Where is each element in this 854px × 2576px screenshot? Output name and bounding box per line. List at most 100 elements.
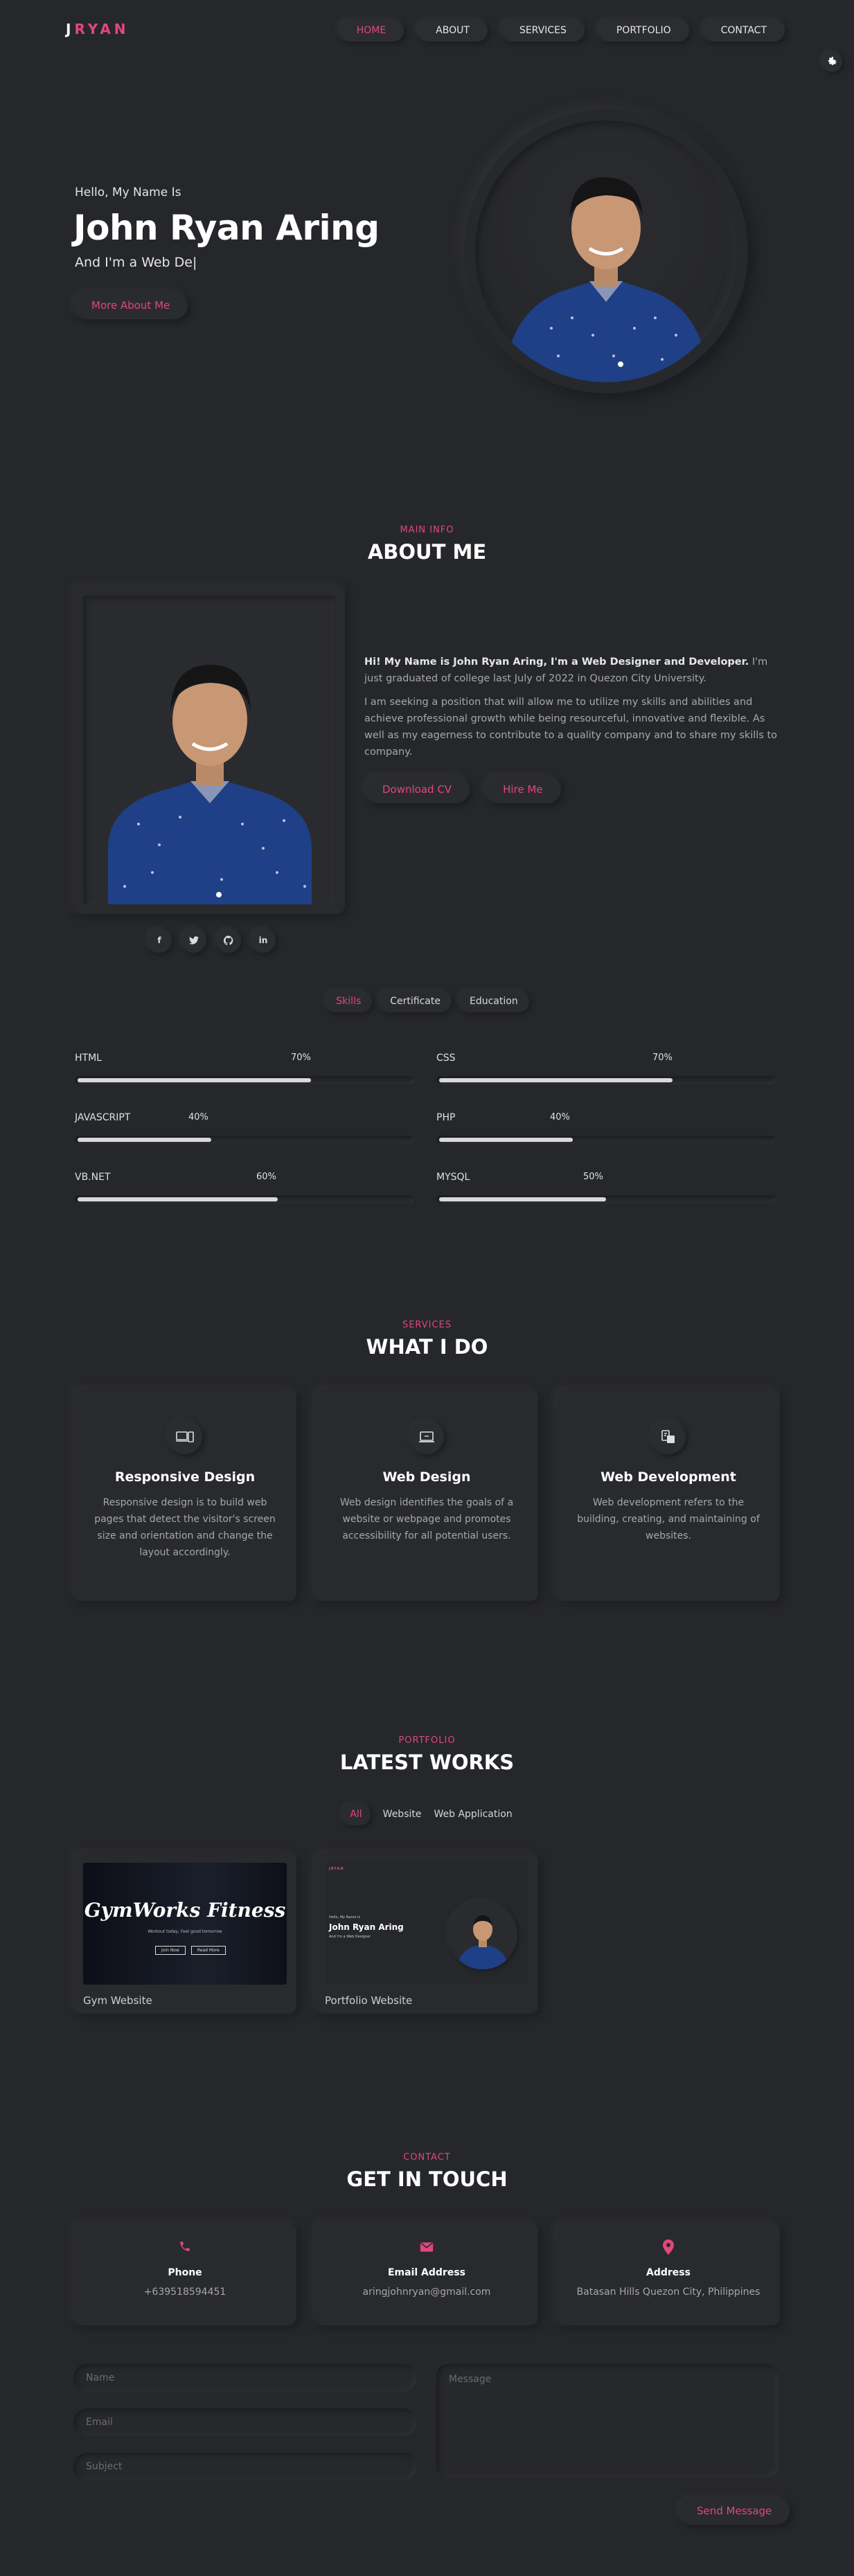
hero-greeting: Hello, My Name Is: [75, 186, 181, 199]
nav-home[interactable]: HOME: [338, 19, 404, 42]
thumb-name: John Ryan Aring: [329, 1922, 404, 1932]
service-title: Web Development: [601, 1469, 736, 1485]
skill-name: VB.NET: [75, 1172, 111, 1183]
skill-bar-fill: [439, 1078, 673, 1082]
service-card-web-development: Web Development Web development refers t…: [557, 1389, 780, 1601]
info-tabs: Skills Certificate Education: [0, 990, 854, 1012]
github-icon[interactable]: [216, 928, 241, 953]
portfolio-item-portfolio[interactable]: JRYAN Hello, My Name Is John Ryan Aring …: [315, 1853, 538, 2014]
skill-percent: 60%: [256, 1172, 276, 1182]
thumb-subtitle: Workout today, Feel good tomorrow: [148, 1929, 222, 1934]
contact-label: Address: [646, 2267, 691, 2278]
contact-title: GET IN TOUCH: [346, 2167, 508, 2191]
service-text: Web design identifies the goals of a web…: [339, 1497, 514, 1541]
thumb-read-button: Read More: [190, 1946, 226, 1955]
service-card-responsive: Responsive Design Responsive design is t…: [73, 1389, 296, 1601]
skill-bar-fill: [78, 1078, 312, 1082]
logo-initial: J: [66, 21, 75, 37]
email-field[interactable]: Email: [73, 2408, 417, 2436]
thumb-join-button: Join Now: [155, 1946, 186, 1955]
contact-value: +639518594451: [143, 2287, 226, 2298]
name-field[interactable]: Name: [73, 2364, 417, 2392]
portfolio-filters: All Website Web Application: [0, 1803, 854, 1825]
nav-contact[interactable]: CONTACT: [702, 19, 785, 42]
service-title: Web Design: [382, 1469, 471, 1485]
portfolio-eyebrow: PORTFOLIO: [398, 1735, 456, 1746]
portfolio-thumbnail: JRYAN Hello, My Name Is John Ryan Aring …: [325, 1863, 528, 1985]
site-logo[interactable]: JRYAN: [66, 21, 130, 37]
contact-card-email: Email Address aringjohnryan@gmail.com: [315, 2223, 538, 2325]
service-text: Responsive design is to build web pages …: [94, 1497, 276, 1558]
logo-text: RYAN: [74, 21, 130, 37]
thumb-title: GymWorks Fitness: [84, 1899, 286, 1922]
about-paragraph: I am seeking a position that will allow …: [364, 697, 778, 758]
tab-skills[interactable]: Skills: [325, 990, 373, 1012]
filter-web-application[interactable]: Web Application: [434, 1809, 512, 1820]
linkedin-icon[interactable]: in: [251, 928, 276, 953]
services-eyebrow: SERVICES: [402, 1320, 452, 1330]
skill-vbnet: VB.NET 60%: [75, 1172, 414, 1204]
about-photo-frame: [73, 586, 345, 914]
hire-me-button[interactable]: Hire Me: [485, 776, 561, 803]
envelope-icon: [315, 2239, 538, 2257]
portfolio-title: LATEST WORKS: [339, 1751, 515, 1774]
skill-bar-fill: [78, 1138, 211, 1142]
skill-css: CSS 70%: [436, 1053, 776, 1084]
laptop-icon: [409, 1420, 444, 1454]
tab-education[interactable]: Education: [459, 990, 529, 1012]
skill-name: CSS: [436, 1053, 456, 1064]
nav-portfolio[interactable]: PORTFOLIO: [598, 19, 689, 42]
skill-name: HTML: [75, 1053, 102, 1064]
skill-percent: 70%: [291, 1053, 311, 1063]
message-field[interactable]: Message: [436, 2364, 779, 2478]
about-title: ABOUT ME: [367, 540, 487, 564]
main-nav: HOME ABOUT SERVICES PORTFOLIO CONTACT: [338, 19, 785, 42]
contact-eyebrow: CONTACT: [403, 2152, 451, 2163]
portfolio-caption: Gym Website: [83, 1994, 152, 2007]
subject-field[interactable]: Subject: [73, 2453, 417, 2480]
social-links: f in: [147, 928, 276, 953]
tab-certificate[interactable]: Certificate: [379, 990, 452, 1012]
nav-about[interactable]: ABOUT: [418, 19, 488, 42]
portfolio-caption: Portfolio Website: [325, 1994, 413, 2007]
download-cv-button[interactable]: Download CV: [364, 776, 470, 803]
skill-percent: 40%: [188, 1112, 208, 1122]
skill-php: PHP 40%: [436, 1112, 776, 1144]
skill-bar-fill: [439, 1138, 573, 1142]
skill-percent: 50%: [583, 1172, 603, 1182]
skill-html: HTML 70%: [75, 1053, 414, 1084]
contact-value: aringjohnryan@gmail.com: [362, 2287, 491, 2298]
facebook-icon[interactable]: f: [147, 928, 172, 953]
gear-icon[interactable]: [821, 51, 842, 72]
send-message-button[interactable]: Send Message: [679, 2497, 790, 2525]
devices-icon: [168, 1420, 202, 1454]
skill-name: MYSQL: [436, 1172, 470, 1183]
hero-avatar-frame: [464, 109, 748, 393]
about-photo: [83, 596, 335, 904]
skill-percent: 70%: [652, 1053, 673, 1063]
nav-services[interactable]: SERVICES: [501, 19, 585, 42]
thumb-role: And I'm a Web Designer: [329, 1935, 371, 1939]
about-description: Hi! My Name is John Ryan Aring, I'm a We…: [364, 654, 780, 767]
service-title: Responsive Design: [114, 1469, 256, 1485]
contact-label: Email Address: [387, 2267, 465, 2278]
filter-website[interactable]: Website: [383, 1809, 422, 1820]
service-card-web-design: Web Design Web design identifies the goa…: [315, 1389, 538, 1601]
more-about-button[interactable]: More About Me: [73, 292, 188, 319]
hero-avatar: [475, 120, 737, 382]
service-text: Web development refers to the building, …: [577, 1497, 760, 1541]
portfolio-item-gym[interactable]: GymWorks Fitness Workout today, Feel goo…: [73, 1853, 296, 2014]
contact-value: Batasan Hills Quezon City, Philippines: [576, 2287, 760, 2298]
thumb-logo: JRYAN: [329, 1867, 344, 1871]
thumb-avatar: [448, 1900, 517, 1969]
skill-bar-fill: [78, 1197, 278, 1201]
services-title: WHAT I DO: [366, 1335, 488, 1359]
hero-role: And I'm a Web De|: [75, 255, 197, 270]
skill-javascript: JAVASCRIPT 40%: [75, 1112, 414, 1144]
skill-bar-fill: [439, 1197, 606, 1201]
skill-percent: 40%: [550, 1112, 570, 1122]
about-eyebrow: MAIN INFO: [400, 525, 454, 535]
filter-all[interactable]: All: [341, 1803, 371, 1825]
twitter-icon[interactable]: [181, 928, 206, 953]
contact-card-phone: Phone +639518594451: [73, 2223, 296, 2325]
